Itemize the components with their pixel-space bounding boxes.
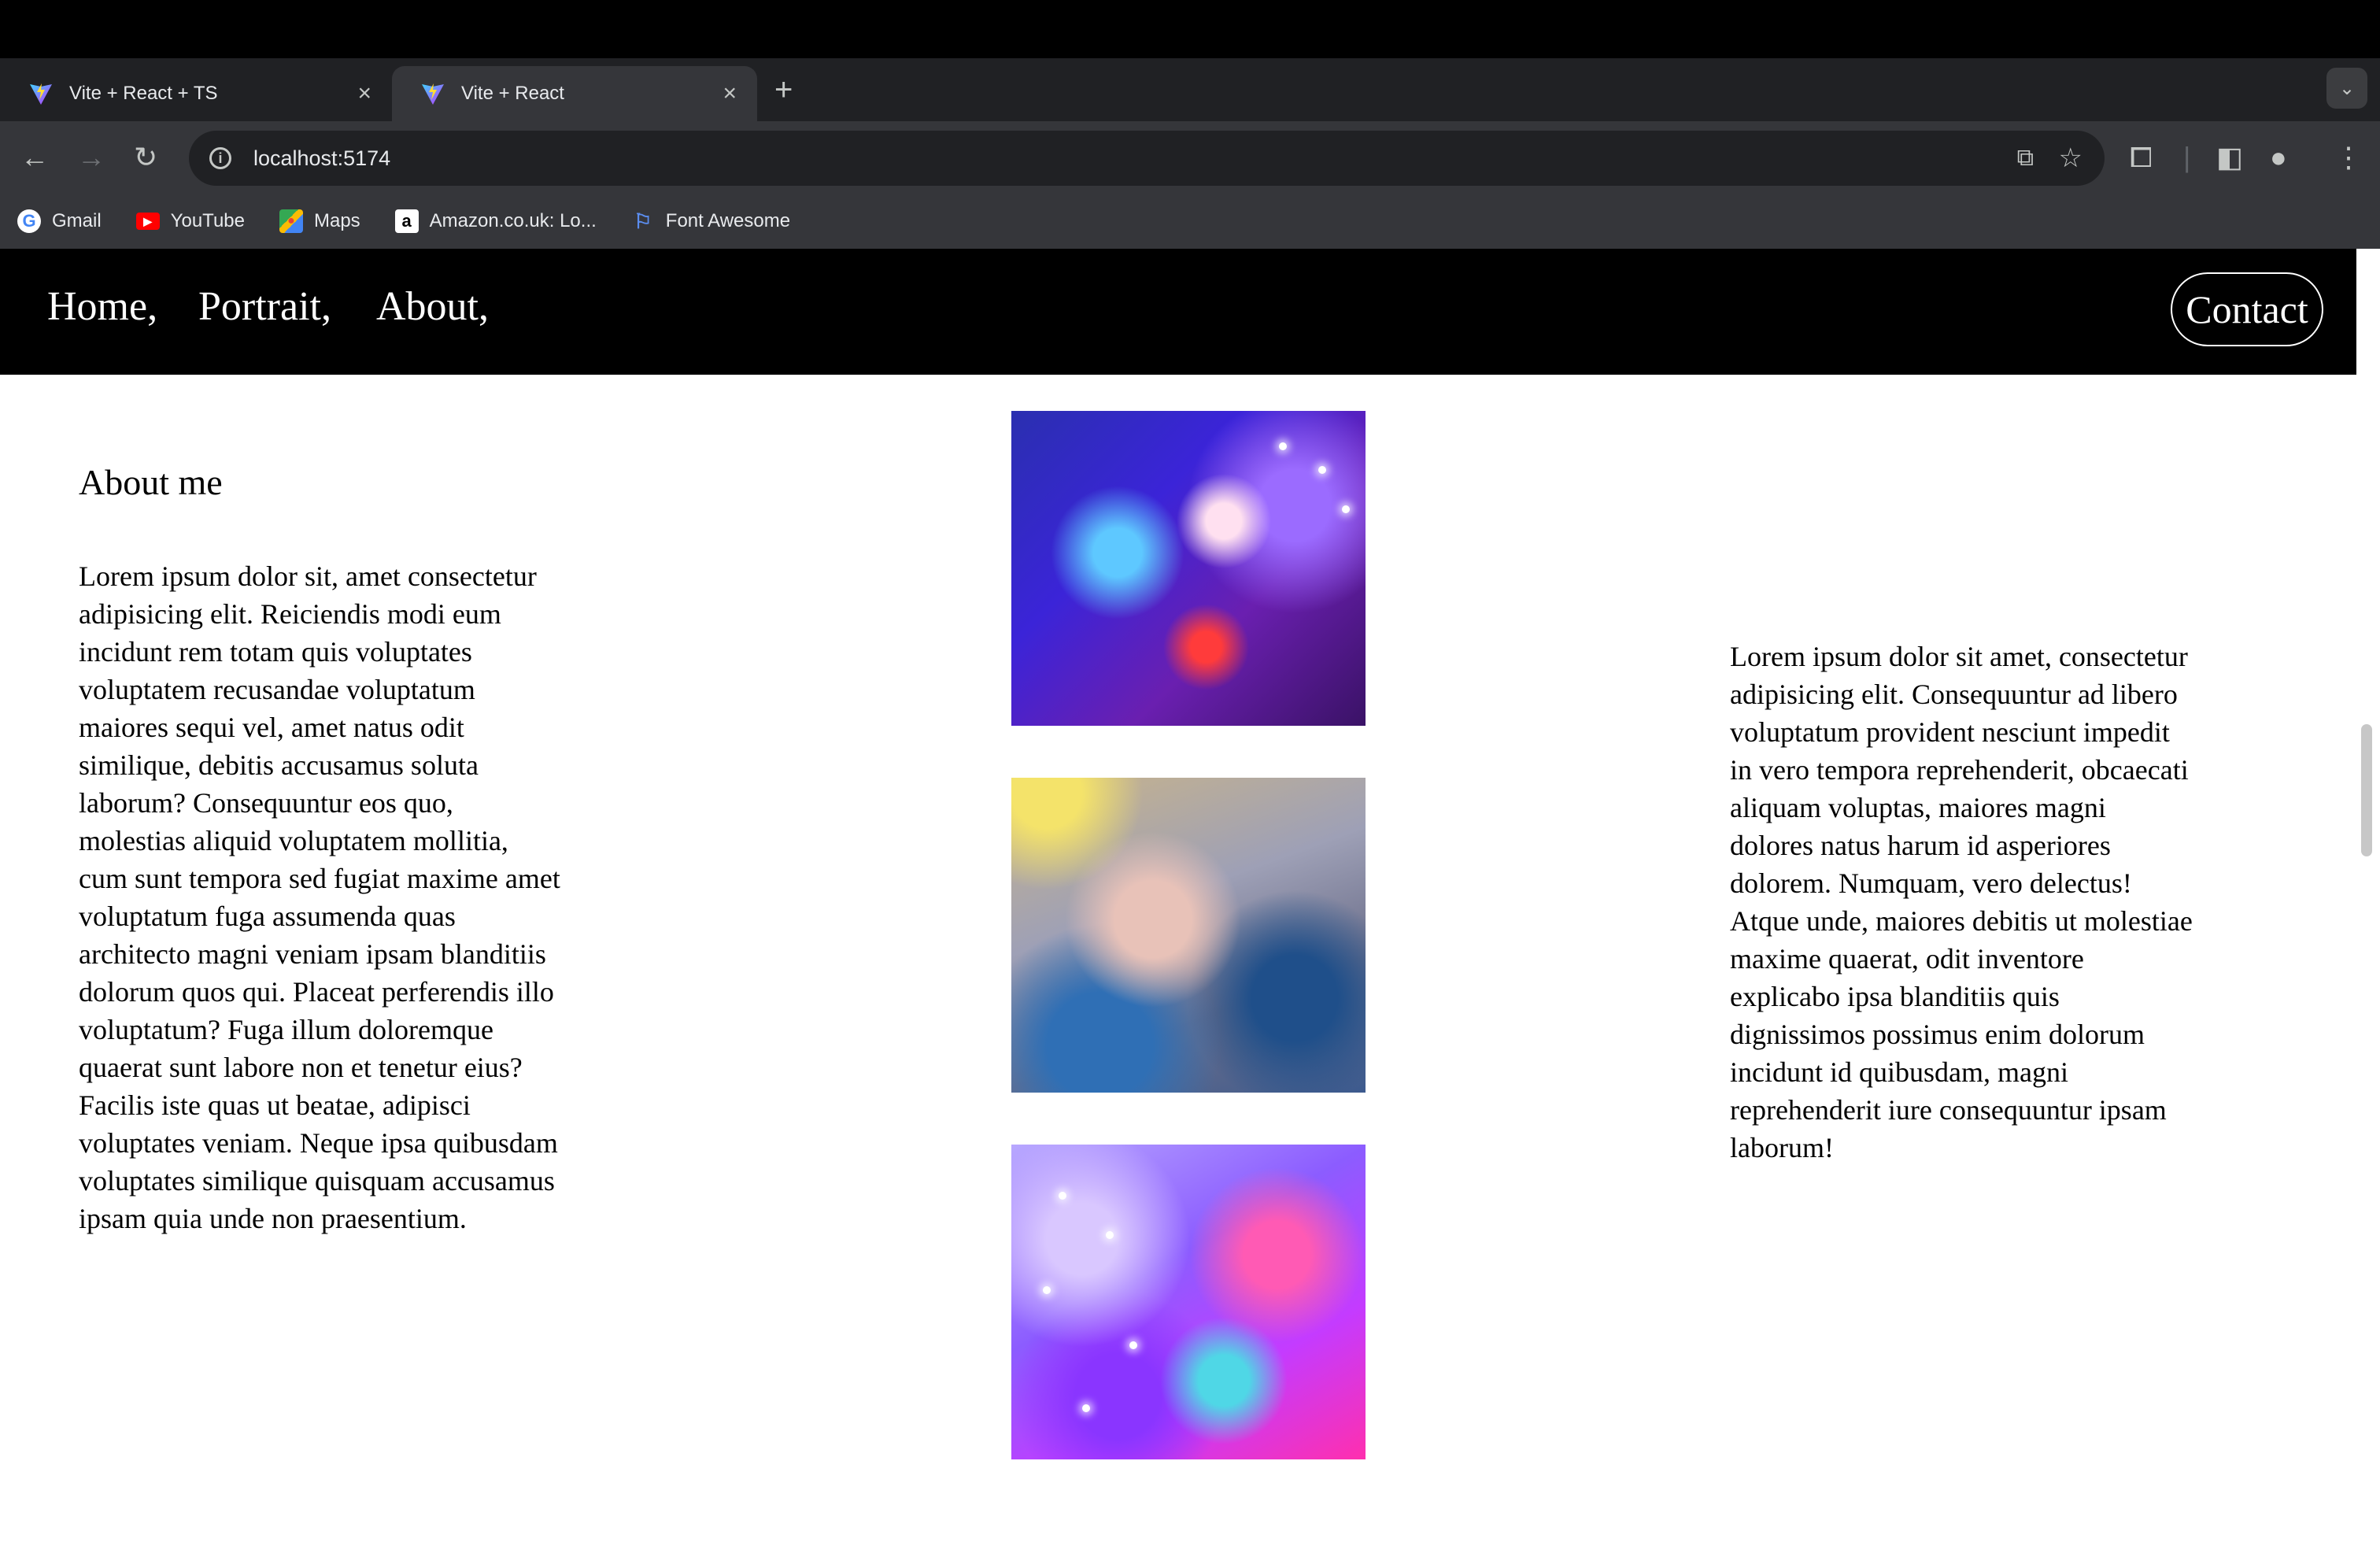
light-dot (1059, 1192, 1066, 1200)
about-heading: About me (79, 462, 223, 502)
tab-strip: Vite + React + TS × Vite + React × + ⌄ (0, 58, 2380, 121)
site-navbar: Home, Portrait, About, Contact (0, 249, 2356, 375)
tab-title: Vite + React + TS (69, 83, 218, 104)
address-bar[interactable]: i localhost:5174 ⧉ ☆ (189, 131, 2105, 186)
profile-avatar-icon[interactable]: ● (2270, 139, 2287, 176)
left-paragraph: Lorem ipsum dolor sit, amet consectetur … (79, 560, 560, 1234)
bookmark-label: Gmail (52, 210, 102, 231)
bookmark-gmail[interactable]: G Gmail (17, 209, 102, 233)
tab-title: Vite + React (461, 83, 564, 104)
portrait-photo-3 (1011, 1145, 1366, 1459)
new-tab-button[interactable]: + (774, 74, 793, 105)
tab-vite-react-ts[interactable]: Vite + React + TS × (0, 66, 392, 121)
page-scrollbar[interactable] (2356, 249, 2380, 1546)
light-dot (1342, 505, 1350, 513)
extensions-icon[interactable]: ⧠ (2130, 139, 2153, 176)
light-dot (1106, 1231, 1114, 1239)
translate-icon[interactable]: ⧉ (2017, 131, 2034, 186)
right-paragraph: Lorem ipsum dolor sit amet, consectetur … (1730, 641, 2193, 1163)
bookmark-label: Amazon.co.uk: Lo... (429, 210, 597, 231)
bookmark-maps[interactable]: ● Maps (279, 209, 360, 233)
vite-icon (420, 81, 445, 106)
contact-button[interactable]: Contact (2171, 272, 2323, 346)
flag-icon: ⚐ (634, 209, 652, 233)
browser-toolbar: ← → ↻ i localhost:5174 ⧉ ☆ ⧠ | ◧ ● ⋮ (0, 121, 2380, 194)
chevron-down-icon: ⌄ (2338, 77, 2356, 99)
url-text[interactable]: localhost:5174 (253, 146, 390, 171)
side-panel-icon[interactable]: ◧ (2216, 139, 2243, 176)
google-icon: G (17, 209, 41, 233)
tab-search-button[interactable]: ⌄ (2326, 68, 2367, 109)
bookmark-amazon[interactable]: a Amazon.co.uk: Lo... (394, 209, 597, 233)
bookmark-label: Maps (313, 210, 360, 231)
portrait-photo-2 (1011, 778, 1366, 1093)
light-dot (1279, 442, 1287, 450)
amazon-icon: a (394, 209, 419, 233)
bookmark-label: Font Awesome (665, 210, 791, 231)
reload-icon[interactable]: ↻ (134, 140, 157, 175)
bookmark-font-awesome[interactable]: ⚐ Font Awesome (631, 209, 790, 233)
light-dot (1318, 466, 1326, 474)
more-menu-icon[interactable]: ⋮ (2334, 139, 2363, 176)
light-dot (1129, 1341, 1137, 1349)
tab-vite-react[interactable]: Vite + React × (392, 66, 757, 121)
site-info-icon[interactable]: i (209, 147, 231, 169)
portrait-photo-1 (1011, 411, 1366, 726)
web-page: Home, Portrait, About, Contact About me … (0, 249, 2356, 1546)
forward-arrow-icon[interactable]: → (77, 140, 105, 175)
nav-link-home[interactable]: Home, (47, 283, 157, 330)
back-arrow-icon[interactable]: ← (20, 140, 49, 175)
screen-top-bar (0, 0, 2380, 58)
close-tab-icon[interactable]: × (722, 80, 737, 107)
bookmark-youtube[interactable]: ▶ YouTube (135, 210, 245, 232)
bookmarks-bar: G Gmail ▶ YouTube ● Maps a Amazon.co.uk:… (0, 194, 2380, 249)
nav-link-about[interactable]: About, (376, 283, 489, 330)
maps-icon: ● (279, 209, 303, 233)
scrollbar-thumb[interactable] (2361, 724, 2372, 856)
light-dot (1043, 1286, 1051, 1294)
toolbar-divider: | (2183, 141, 2191, 173)
nav-link-portrait[interactable]: Portrait, (198, 283, 331, 330)
bookmark-label: YouTube (170, 210, 245, 231)
youtube-icon: ▶ (135, 213, 160, 230)
light-dot (1082, 1404, 1090, 1412)
star-bookmark-icon[interactable]: ☆ (2059, 131, 2082, 186)
close-tab-icon[interactable]: × (357, 80, 371, 107)
vite-icon (28, 81, 54, 106)
